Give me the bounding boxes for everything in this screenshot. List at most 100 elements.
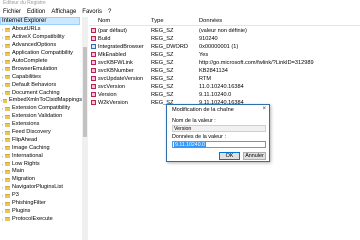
menu-favoris[interactable]: Favoris bbox=[79, 8, 105, 17]
value-row[interactable]: (par défaut) REG_SZ (valeur non définie) bbox=[89, 27, 360, 35]
folder-icon bbox=[5, 146, 10, 151]
folder-icon bbox=[3, 98, 7, 103]
tree-item[interactable]: › EmbedXmlnToClsidMappings bbox=[0, 97, 82, 105]
tree-item-label: ActiveX Compatibility bbox=[12, 34, 65, 41]
tree-scrollbar-thumb[interactable] bbox=[83, 47, 87, 137]
tree-item[interactable]: › Main bbox=[0, 168, 82, 176]
value-type: REG_SZ bbox=[151, 60, 174, 66]
tree-root-selected[interactable]: Internet Explorer bbox=[0, 17, 80, 25]
tree-item[interactable]: › PhishingFilter bbox=[0, 200, 82, 208]
value-data: 11.0.10240.16384 bbox=[199, 84, 244, 90]
folder-icon bbox=[5, 35, 10, 40]
tree-item[interactable]: › Default Behaviors bbox=[0, 81, 82, 89]
value-row[interactable]: svcUpdateVersion REG_SZ RTM bbox=[89, 75, 360, 83]
tree-item[interactable]: › Low Rights bbox=[0, 160, 82, 168]
tree-item[interactable]: › International bbox=[0, 152, 82, 160]
folder-icon bbox=[5, 130, 10, 135]
value-row[interactable]: svcKBFWLink REG_SZ http://go.microsoft.com… bbox=[89, 59, 360, 67]
column-header-type[interactable]: Type bbox=[151, 18, 164, 24]
value-row[interactable]: MkEnabled REG_SZ Yes bbox=[89, 51, 360, 59]
folder-icon bbox=[5, 193, 10, 198]
value-row[interactable]: svcKBNumber REG_SZ KB2841134 bbox=[89, 67, 360, 75]
tree-item[interactable]: › AboutURLs bbox=[0, 26, 82, 34]
value-row[interactable]: IntegratedBrowser REG_DWORD 0x00000001 (1) bbox=[89, 43, 360, 51]
tree-item-label: Feed Discovery bbox=[12, 129, 51, 136]
cancel-button[interactable]: Annuler bbox=[243, 152, 266, 160]
value-name-field: Version bbox=[172, 125, 266, 132]
tree-item[interactable]: › Extension Compatibility bbox=[0, 105, 82, 113]
tree-item-label: Low Rights bbox=[12, 160, 40, 167]
tree-item-label: NavigatorPluginsList bbox=[12, 184, 63, 191]
menu-edition[interactable]: Edition bbox=[24, 8, 48, 17]
tree-item[interactable]: › Application Compatibility bbox=[0, 50, 82, 58]
value-name: Version bbox=[98, 92, 117, 98]
menu-fichier[interactable]: Fichier bbox=[0, 8, 24, 17]
value-name: (par défaut) bbox=[98, 28, 127, 34]
folder-icon bbox=[5, 83, 10, 88]
column-header-name[interactable]: Nom bbox=[98, 18, 110, 24]
tree-item[interactable]: › Feed Discovery bbox=[0, 129, 82, 137]
value-row[interactable]: svcVersion REG_SZ 11.0.10240.16384 bbox=[89, 83, 360, 91]
tree-item-label: Image Caching bbox=[12, 144, 50, 151]
tree-item-label: International bbox=[12, 152, 43, 159]
folder-icon bbox=[5, 67, 10, 72]
tree-item[interactable]: › Extensions bbox=[0, 121, 82, 129]
folder-icon bbox=[5, 177, 10, 182]
edit-string-dialog: Modification de la chaîne × Nom de la va… bbox=[166, 104, 270, 162]
dialog-title: Modification de la chaîne bbox=[172, 107, 234, 113]
string-value-icon bbox=[91, 92, 96, 97]
tree-item[interactable]: › Migration bbox=[0, 176, 82, 184]
tree-item[interactable]: › AdvancedOptions bbox=[0, 42, 82, 50]
folder-icon bbox=[5, 51, 10, 56]
tree-item-label: Default Behaviors bbox=[12, 81, 57, 88]
tree-item-label: AdvancedOptions bbox=[12, 42, 57, 49]
string-value-icon bbox=[91, 100, 96, 105]
value-name: IntegratedBrowser bbox=[98, 44, 144, 50]
tree-item[interactable]: › Extension Validation bbox=[0, 113, 82, 121]
value-row[interactable]: Build REG_SZ 910240 bbox=[89, 35, 360, 43]
value-data: (valeur non définie) bbox=[199, 28, 247, 34]
ok-button[interactable]: OK bbox=[219, 152, 240, 160]
tree-item[interactable]: › Plugins bbox=[0, 207, 82, 215]
tree-item-label: Document Caching bbox=[12, 89, 60, 96]
value-data-input[interactable]: 9.11.10240.0 bbox=[172, 141, 266, 148]
tree-scrollbar[interactable] bbox=[82, 17, 88, 240]
string-value-icon bbox=[91, 36, 96, 41]
tree-item-label: Capabilities bbox=[12, 73, 41, 80]
string-value-icon bbox=[91, 76, 96, 81]
tree-item-label: FlipAhead bbox=[12, 136, 38, 143]
value-data: 910240 bbox=[199, 36, 218, 42]
tree-item[interactable]: › BrowserEmulation bbox=[0, 65, 82, 73]
tree-item[interactable]: › ProtocolExecute bbox=[0, 215, 82, 223]
value-data: KB2841134 bbox=[199, 68, 228, 74]
tree-item[interactable]: › NavigatorPluginsList bbox=[0, 184, 82, 192]
folder-icon bbox=[5, 114, 10, 119]
menu-affichage[interactable]: Affichage bbox=[48, 8, 79, 17]
tree-item-label: Extension Compatibility bbox=[12, 105, 71, 112]
menu-help[interactable]: ? bbox=[105, 8, 114, 17]
tree-item[interactable]: › Document Caching bbox=[0, 89, 82, 97]
tree-item[interactable]: › AutoComplete bbox=[0, 58, 82, 66]
menu-bar: Fichier Edition Affichage Favoris ? bbox=[0, 8, 360, 17]
tree-item[interactable]: › FlipAhead bbox=[0, 136, 82, 144]
column-header-data[interactable]: Données bbox=[199, 18, 222, 24]
folder-icon bbox=[5, 169, 10, 174]
tree-item-label: Extension Validation bbox=[12, 113, 63, 120]
folder-icon bbox=[5, 27, 10, 32]
tree-item-label: P3 bbox=[12, 192, 19, 199]
tree-item[interactable]: › Capabilities bbox=[0, 73, 82, 81]
tree-item-label: EmbedXmlnToClsidMappings bbox=[8, 97, 82, 104]
value-type: REG_SZ bbox=[151, 36, 174, 42]
value-row[interactable]: Version REG_SZ 9.11.10240.0 bbox=[89, 91, 360, 99]
value-name: W2kVersion bbox=[98, 100, 128, 106]
close-icon[interactable]: × bbox=[262, 106, 266, 112]
tree-item[interactable]: › ActiveX Compatibility bbox=[0, 34, 82, 42]
value-name: svcKBFWLink bbox=[98, 60, 133, 66]
folder-icon bbox=[5, 162, 10, 167]
value-name: MkEnabled bbox=[98, 52, 126, 58]
folder-icon bbox=[5, 154, 10, 159]
tree-item[interactable]: › P3 bbox=[0, 192, 82, 200]
tree-item[interactable]: › Image Caching bbox=[0, 144, 82, 152]
value-name: svcKBNumber bbox=[98, 68, 134, 74]
value-type: REG_SZ bbox=[151, 52, 174, 58]
